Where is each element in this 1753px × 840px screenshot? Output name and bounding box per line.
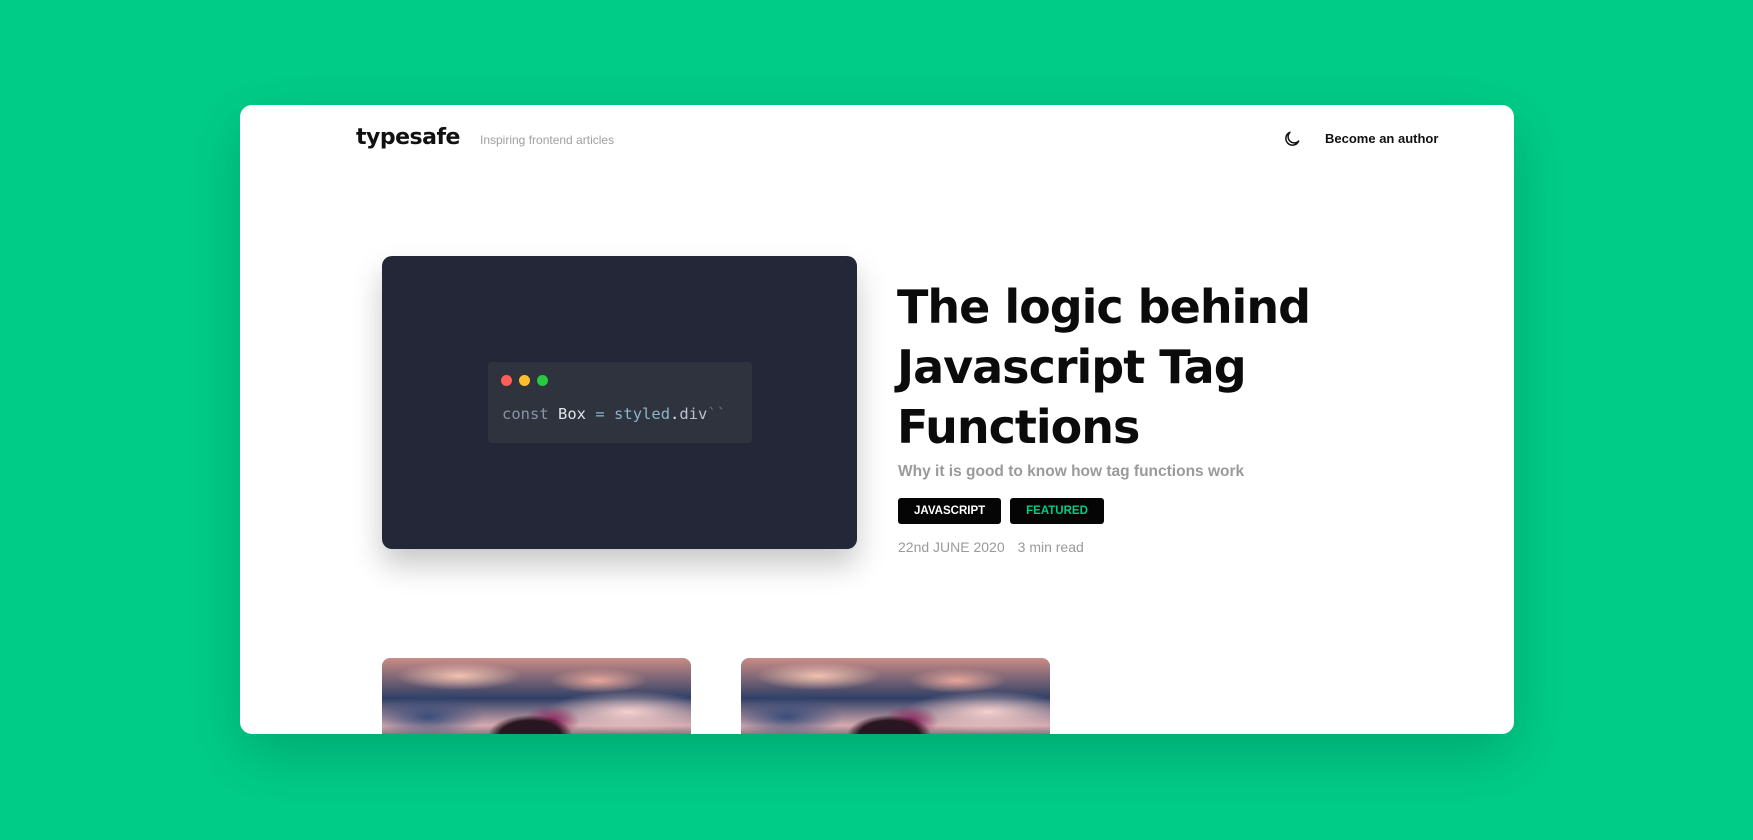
article-card-thumbnail[interactable] [741,658,1050,734]
code-keyword: const [502,405,549,423]
tag-featured[interactable]: FEATURED [1010,498,1104,524]
code-dot: . [670,405,680,423]
site-tagline: Inspiring frontend articles [480,133,615,147]
article-subtitle: Why it is good to know how tag functions… [898,463,1245,480]
article-meta: 22nd JUNE 2020 3 min read [898,539,1084,555]
become-author-link[interactable]: Become an author [1325,131,1438,146]
code-snippet: const Box = styled.div`` [502,405,726,423]
code-callee: styled [614,405,671,423]
code-identifier: Box [558,405,587,423]
moon-icon[interactable] [1282,129,1302,149]
code-window: const Box = styled.div`` [488,362,752,443]
code-template: `` [707,405,727,423]
article-date: 22nd JUNE 2020 [898,539,1005,555]
article-tags: JAVASCRIPT FEATURED [898,498,1104,524]
window-dot-minimize [519,375,530,386]
window-dot-close [501,375,512,386]
article-card-thumbnail[interactable] [382,658,691,734]
article-read-time: 3 min read [1017,539,1084,555]
article-title[interactable]: The logic behind Javascript Tag Function… [897,277,1337,457]
code-operator: = [595,405,605,423]
window-dots [501,375,548,386]
tag-javascript[interactable]: JAVASCRIPT [898,498,1002,524]
code-property: div [679,405,708,423]
featured-article-image[interactable]: const Box = styled.div`` [382,256,857,549]
site-header: typesafe Inspiring frontend articles Bec… [240,105,1514,175]
window-dot-maximize [537,375,548,386]
blog-page: typesafe Inspiring frontend articles Bec… [240,105,1514,734]
site-logo[interactable]: typesafe [356,125,460,150]
